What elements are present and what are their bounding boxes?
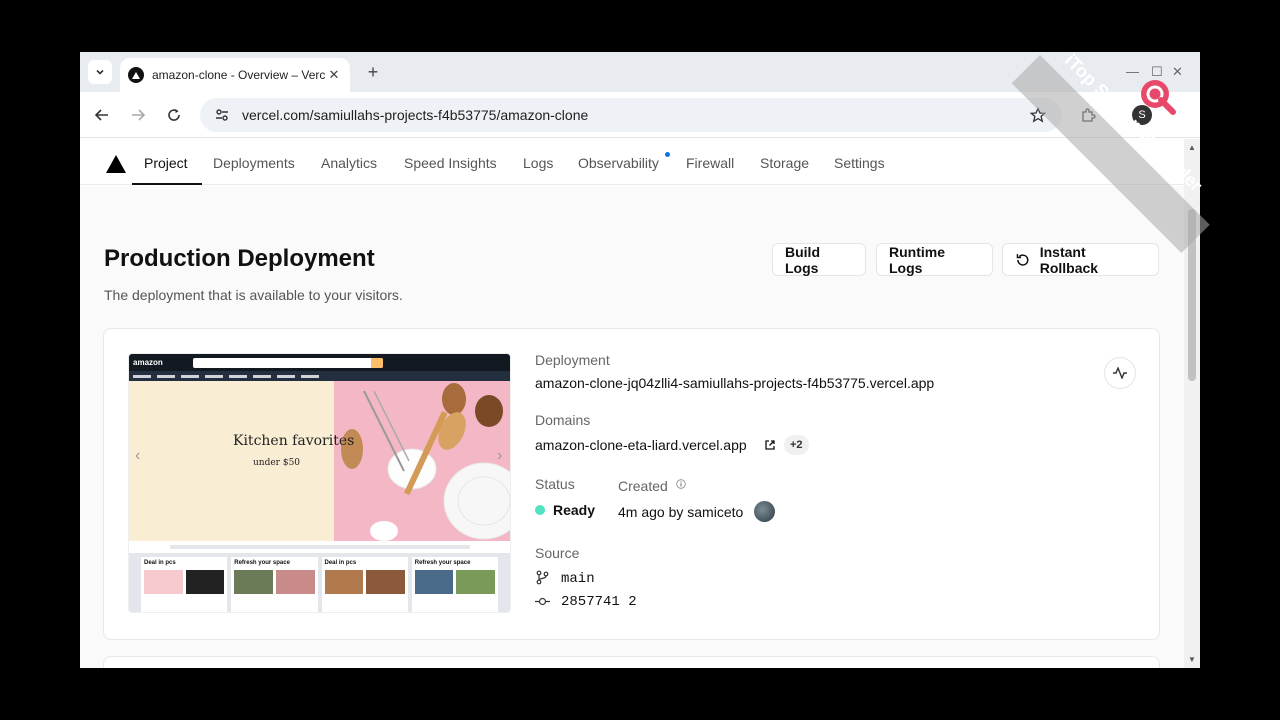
nav-deployments[interactable]: Deployments bbox=[213, 155, 295, 171]
created-value: 4m ago by samiceto bbox=[618, 504, 744, 520]
page-subtitle: The deployment that is available to your… bbox=[104, 287, 403, 303]
nav-settings[interactable]: Settings bbox=[834, 155, 885, 171]
preview-amazon-header: amazon bbox=[129, 354, 510, 371]
status-ready-dot bbox=[535, 505, 545, 515]
reload-icon bbox=[168, 109, 180, 121]
active-tab-underline bbox=[132, 183, 202, 185]
nav-logs[interactable]: Logs bbox=[523, 155, 553, 171]
tab-close-icon[interactable]: ✕ bbox=[326, 67, 342, 83]
branch-name[interactable]: main bbox=[561, 571, 595, 587]
arrow-right-icon bbox=[132, 109, 146, 121]
preview-notice-strip bbox=[129, 541, 510, 553]
deployment-url-link[interactable]: amazon-clone-jq04zlli4-samiullahs-projec… bbox=[535, 375, 934, 391]
rollback-icon bbox=[1016, 253, 1029, 266]
reload-button[interactable] bbox=[162, 103, 186, 127]
vercel-favicon-icon bbox=[128, 67, 144, 83]
new-indicator-dot bbox=[665, 152, 670, 157]
status-value: Ready bbox=[553, 502, 596, 518]
source-label: Source bbox=[535, 545, 580, 561]
url-text[interactable]: vercel.com/samiullahs-projects-f4b53775/… bbox=[242, 107, 1026, 123]
preview-card-row: Deal in pcs Refresh your space Deal in p… bbox=[129, 553, 510, 612]
instant-rollback-label: Instant Rollback bbox=[1039, 243, 1099, 276]
nav-analytics[interactable]: Analytics bbox=[321, 155, 377, 171]
git-commit-icon bbox=[535, 597, 550, 606]
preview-card: Refresh your space bbox=[411, 557, 498, 612]
tab-title: amazon-clone - Overview – Vercel bbox=[152, 68, 326, 82]
git-branch-icon bbox=[536, 570, 549, 585]
info-icon[interactable] bbox=[676, 479, 686, 489]
kitchen-utensils-illustration bbox=[341, 383, 510, 541]
preview-hero: Kitchen favorites under $50 ‹ › bbox=[129, 381, 510, 541]
preview-amazon-logo: amazon bbox=[133, 358, 163, 367]
commit-hash[interactable]: 2857741 2 bbox=[561, 594, 637, 610]
deployment-preview[interactable]: amazon Kitchen favorites under $50 ‹ › D… bbox=[128, 353, 511, 613]
deployment-label: Deployment bbox=[535, 352, 610, 368]
back-button[interactable] bbox=[90, 103, 114, 127]
preview-hero-title: Kitchen favorites bbox=[233, 433, 355, 449]
nav-firewall[interactable]: Firewall bbox=[686, 155, 734, 171]
nav-storage[interactable]: Storage bbox=[760, 155, 809, 171]
address-bar[interactable]: vercel.com/samiullahs-projects-f4b53775/… bbox=[200, 98, 1062, 132]
domain-link[interactable]: amazon-clone-eta-liard.vercel.app bbox=[535, 437, 747, 453]
preview-hero-subtitle: under $50 bbox=[253, 458, 301, 468]
forward-button[interactable] bbox=[126, 103, 150, 127]
browser-window: amazon-clone - Overview – Vercel ✕ + — ☐… bbox=[80, 52, 1200, 668]
preview-prev-arrow-icon: ‹ bbox=[135, 447, 141, 464]
scroll-down-icon[interactable]: ▼ bbox=[1188, 655, 1196, 664]
nav-observability[interactable]: Observability bbox=[578, 155, 659, 171]
vercel-logo-icon[interactable] bbox=[106, 155, 126, 173]
external-link-icon[interactable] bbox=[764, 439, 776, 451]
main-content: Production Deployment The deployment tha… bbox=[80, 186, 1184, 668]
preview-next-arrow-icon: › bbox=[497, 447, 503, 464]
browser-tab[interactable]: amazon-clone - Overview – Vercel ✕ bbox=[120, 58, 350, 92]
more-domains-badge[interactable]: +2 bbox=[784, 435, 809, 455]
domains-label: Domains bbox=[535, 412, 591, 428]
project-nav: Project Deployments Analytics Speed Insi… bbox=[80, 139, 1184, 185]
next-card-edge bbox=[103, 656, 1160, 668]
chevron-down-icon bbox=[96, 69, 104, 75]
runtime-logs-button[interactable]: Runtime Logs bbox=[876, 243, 993, 276]
preview-card: Deal in pcs bbox=[321, 557, 408, 612]
new-tab-button[interactable]: + bbox=[362, 61, 384, 83]
preview-card: Deal in pcs bbox=[141, 557, 228, 612]
nav-project[interactable]: Project bbox=[144, 155, 188, 171]
activity-button[interactable] bbox=[1104, 357, 1136, 389]
tab-search-button[interactable] bbox=[88, 60, 112, 84]
scroll-up-icon[interactable]: ▲ bbox=[1188, 143, 1196, 152]
creator-avatar[interactable] bbox=[754, 501, 775, 522]
preview-card: Refresh your space bbox=[231, 557, 318, 612]
nav-speed-insights[interactable]: Speed Insights bbox=[404, 155, 497, 171]
status-label: Status bbox=[535, 476, 575, 492]
site-info-icon[interactable] bbox=[210, 103, 234, 127]
preview-subnav bbox=[129, 371, 510, 381]
build-logs-button[interactable]: Build Logs bbox=[772, 243, 866, 276]
arrow-left-icon bbox=[94, 109, 108, 121]
activity-pulse-icon bbox=[1113, 367, 1127, 379]
preview-search-bar bbox=[192, 357, 383, 368]
page-title: Production Deployment bbox=[104, 245, 375, 272]
instant-rollback-button[interactable]: Instant Rollback bbox=[1002, 243, 1159, 276]
screen-recorder-logo-icon bbox=[1141, 80, 1176, 115]
deployment-card: amazon Kitchen favorites under $50 ‹ › D… bbox=[103, 328, 1160, 640]
created-label: Created bbox=[618, 478, 668, 494]
